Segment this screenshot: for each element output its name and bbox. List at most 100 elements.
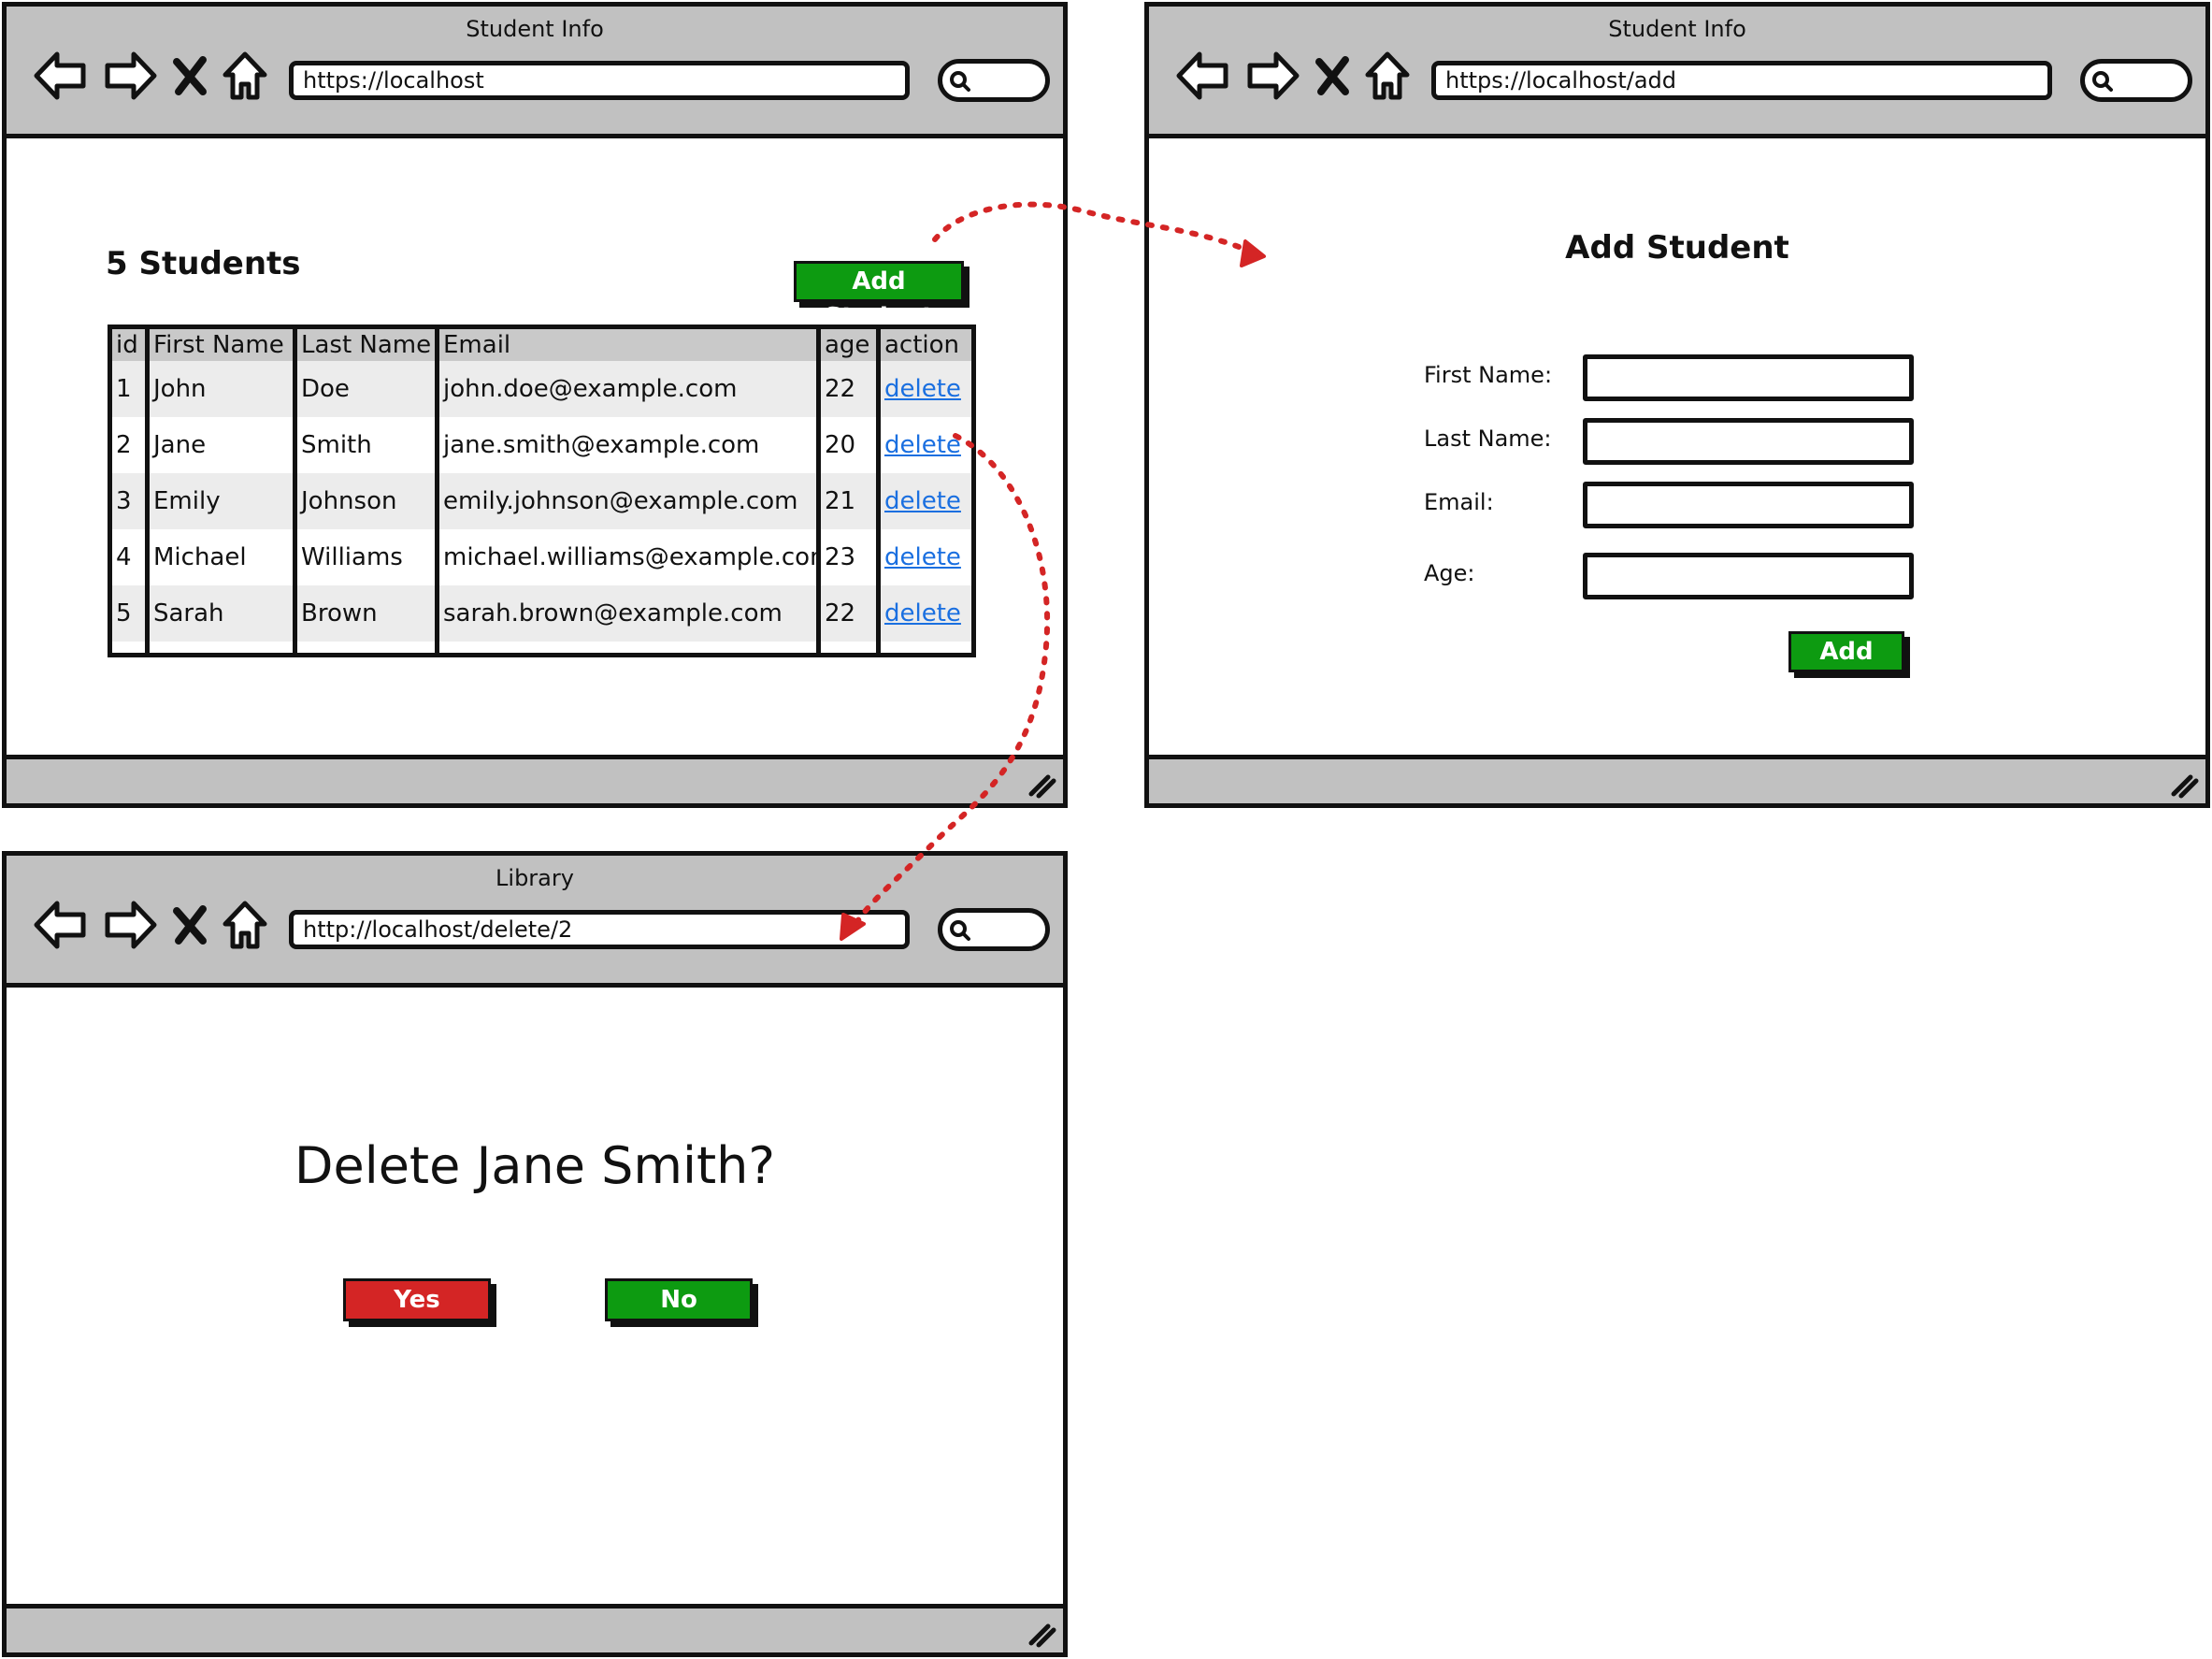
cell-first-name: Michael [145, 529, 297, 585]
resize-grip-icon[interactable] [2168, 768, 2200, 800]
cell-age: 22 [816, 585, 881, 642]
email-label: Email: [1424, 489, 1494, 515]
add-student-window: Student Info https://localhost/add Add S… [1144, 2, 2210, 808]
cell-id: 1 [108, 361, 150, 417]
age-label: Age: [1424, 560, 1475, 586]
arrow-right-icon[interactable] [102, 898, 158, 952]
cell-first-name: Sarah [145, 585, 297, 642]
home-icon[interactable] [222, 898, 268, 952]
arrow-left-icon[interactable] [1175, 49, 1231, 103]
cell-id: 5 [108, 585, 150, 642]
search-icon [2092, 71, 2113, 92]
filler-cell [816, 642, 881, 657]
address-bar[interactable]: https://localhost [289, 61, 910, 100]
cell-first-name: Jane [145, 417, 297, 473]
cell-last-name: Smith [293, 417, 439, 473]
close-icon[interactable] [1314, 49, 1351, 103]
arrow-right-icon[interactable] [1244, 49, 1300, 103]
column-header-action: action [876, 325, 976, 361]
arrow-left-icon[interactable] [33, 898, 89, 952]
arrow-right-icon[interactable] [102, 49, 158, 103]
search-box[interactable] [938, 908, 1050, 951]
column-header-id: id [108, 325, 150, 361]
table-row: 2 Jane Smith jane.smith@example.com 20 d… [108, 417, 976, 473]
cell-action: delete [876, 473, 976, 529]
table-row: 5 Sarah Brown sarah.brown@example.com 22… [108, 585, 976, 642]
first-name-field[interactable] [1583, 354, 1914, 401]
window-title: Library [496, 865, 574, 891]
search-box[interactable] [2080, 59, 2192, 102]
cell-action: delete [876, 585, 976, 642]
search-box[interactable] [938, 59, 1050, 102]
last-name-label: Last Name: [1424, 426, 1552, 452]
window-title: Student Info [466, 16, 604, 42]
cell-action: delete [876, 529, 976, 585]
address-bar[interactable]: http://localhost/delete/2 [289, 910, 910, 949]
cell-email: emily.johnson@example.com [435, 473, 821, 529]
status-bar [1149, 755, 2205, 803]
table-row: 1 John Doe john.doe@example.com 22 delet… [108, 361, 976, 417]
page-title: 5 Students [106, 245, 301, 282]
filler-cell [435, 642, 821, 657]
search-icon [950, 920, 970, 941]
column-header-first-name: First Name [145, 325, 297, 361]
window-title: Student Info [1608, 16, 1746, 42]
delete-question: Delete Jane Smith? [294, 1136, 776, 1195]
delete-link[interactable]: delete [884, 375, 961, 403]
column-header-age: age [816, 325, 881, 361]
delete-link[interactable]: delete [884, 543, 961, 571]
cell-email: jane.smith@example.com [435, 417, 821, 473]
table-filler-row [108, 642, 976, 657]
address-bar[interactable]: https://localhost/add [1431, 61, 2052, 100]
age-field[interactable] [1583, 553, 1914, 599]
resize-grip-icon[interactable] [1026, 1617, 1057, 1649]
add-student-button[interactable]: Add Student [794, 261, 964, 331]
cell-email: michael.williams@example.com [435, 529, 821, 585]
filler-cell [108, 642, 150, 657]
delete-link[interactable]: delete [884, 431, 961, 459]
delete-link[interactable]: delete [884, 599, 961, 628]
table-header-row: id First Name Last Name Email age action [108, 325, 976, 361]
column-header-last-name: Last Name [293, 325, 439, 361]
table-row: 3 Emily Johnson emily.johnson@example.co… [108, 473, 976, 529]
filler-cell [876, 642, 976, 657]
no-button[interactable]: No [605, 1278, 753, 1321]
email-field[interactable] [1583, 482, 1914, 528]
filler-cell [293, 642, 439, 657]
add-button[interactable]: Add [1788, 631, 1904, 672]
cell-age: 22 [816, 361, 881, 417]
cell-first-name: Emily [145, 473, 297, 529]
close-icon[interactable] [171, 49, 208, 103]
search-icon [950, 71, 970, 92]
status-bar [7, 1604, 1063, 1652]
cell-last-name: Johnson [293, 473, 439, 529]
cell-last-name: Williams [293, 529, 439, 585]
students-table: id First Name Last Name Email age action… [108, 325, 976, 657]
home-icon[interactable] [222, 49, 268, 103]
cell-action: delete [876, 417, 976, 473]
cell-last-name: Doe [293, 361, 439, 417]
delete-confirm-window: Library http://localhost/delete/2 Delete… [2, 851, 1068, 1657]
first-name-label: First Name: [1424, 362, 1553, 388]
cell-age: 21 [816, 473, 881, 529]
form-title: Add Student [1565, 229, 1789, 267]
browser-toolbar: Student Info https://localhost [7, 7, 1063, 138]
browser-toolbar: Library http://localhost/delete/2 [7, 856, 1063, 988]
close-icon[interactable] [171, 898, 208, 952]
delete-link[interactable]: delete [884, 487, 961, 515]
cell-age: 20 [816, 417, 881, 473]
cell-id: 2 [108, 417, 150, 473]
cell-age: 23 [816, 529, 881, 585]
cell-first-name: John [145, 361, 297, 417]
cell-id: 4 [108, 529, 150, 585]
last-name-field[interactable] [1583, 418, 1914, 465]
arrow-left-icon[interactable] [33, 49, 89, 103]
browser-toolbar: Student Info https://localhost/add [1149, 7, 2205, 138]
resize-grip-icon[interactable] [1026, 768, 1057, 800]
table-row: 4 Michael Williams michael.williams@exam… [108, 529, 976, 585]
student-list-window: Student Info https://localhost 5 Student… [2, 2, 1068, 808]
filler-cell [145, 642, 297, 657]
cell-id: 3 [108, 473, 150, 529]
home-icon[interactable] [1364, 49, 1411, 103]
yes-button[interactable]: Yes [343, 1278, 491, 1321]
